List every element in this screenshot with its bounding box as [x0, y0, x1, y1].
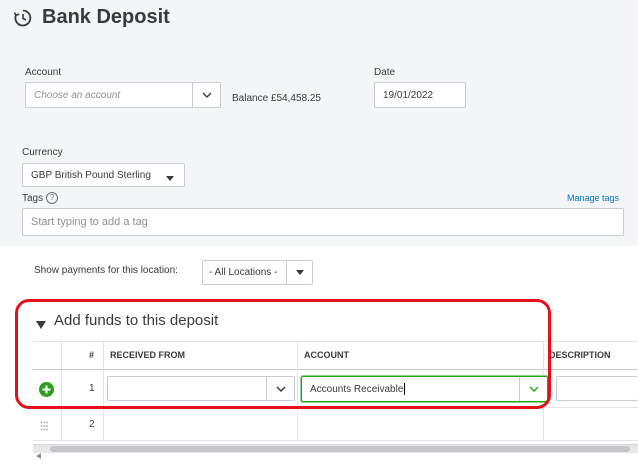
triangle-down-icon — [36, 321, 46, 329]
page-title: Bank Deposit — [42, 6, 170, 28]
account-dropdown-button[interactable] — [192, 83, 220, 107]
column-header-description[interactable]: DESCRIPTION — [549, 350, 611, 360]
column-header-received-from[interactable]: RECEIVED FROM — [110, 350, 185, 360]
chevron-down-icon — [529, 386, 538, 392]
account-cell-select[interactable]: Accounts Receivable — [301, 376, 548, 402]
deposit-clock-icon — [13, 9, 32, 27]
text-cursor — [404, 383, 406, 395]
add-row-icon[interactable] — [39, 382, 54, 397]
location-dropdown-button[interactable] — [286, 261, 312, 284]
account-label: Account — [25, 67, 62, 78]
received-from-dropdown-button[interactable] — [266, 377, 294, 400]
grid-top-border — [33, 341, 638, 342]
row-number: 2 — [89, 419, 95, 430]
tags-label-row: Tags? — [22, 192, 59, 204]
date-value: 19/01/2022 — [383, 89, 434, 101]
column-header-account[interactable]: ACCOUNT — [304, 350, 349, 360]
description-input[interactable] — [556, 376, 638, 401]
manage-tags-link[interactable]: Manage tags — [567, 193, 619, 203]
location-value: - All Locations - — [209, 267, 278, 278]
caret-down-icon — [166, 173, 174, 184]
received-from-select[interactable] — [107, 376, 295, 401]
account-cell-dropdown-button[interactable] — [519, 377, 547, 401]
drag-handle-icon[interactable] — [40, 418, 48, 431]
tags-label: Tags — [22, 193, 44, 204]
account-cell-value: Accounts Receivable — [310, 383, 404, 395]
scrollbar-thumb[interactable] — [50, 446, 630, 452]
grid-col-border — [297, 341, 298, 441]
date-label: Date — [374, 67, 396, 78]
grid-row-border — [33, 407, 638, 408]
row-number: 1 — [89, 383, 95, 394]
date-input[interactable]: 19/01/2022 — [374, 82, 466, 108]
caret-down-icon — [295, 270, 304, 275]
grid-col-border — [61, 341, 62, 441]
tags-placeholder: Start typing to add a tag — [31, 216, 148, 228]
currency-value: GBP British Pound Sterling — [31, 169, 151, 181]
tags-input[interactable]: Start typing to add a tag — [22, 208, 624, 236]
scroll-left-icon[interactable] — [36, 446, 41, 464]
location-select[interactable]: - All Locations - — [202, 260, 313, 285]
section-title: Add funds to this deposit — [54, 312, 219, 329]
grid-row-border — [33, 440, 638, 441]
chevron-down-icon — [202, 92, 211, 98]
grid-header-border — [33, 369, 638, 370]
help-icon[interactable]: ? — [46, 192, 59, 204]
account-select[interactable]: Choose an account — [25, 82, 221, 108]
grid-col-border — [103, 341, 104, 441]
column-header-number: # — [89, 350, 95, 360]
account-placeholder: Choose an account — [34, 89, 121, 101]
chevron-down-icon — [276, 386, 285, 392]
location-label: Show payments for this location: — [34, 265, 178, 276]
section-collapse-toggle[interactable] — [36, 316, 46, 334]
account-balance: Balance £54,458.25 — [232, 93, 321, 104]
currency-select[interactable]: GBP British Pound Sterling — [22, 163, 185, 187]
currency-label: Currency — [22, 147, 63, 158]
